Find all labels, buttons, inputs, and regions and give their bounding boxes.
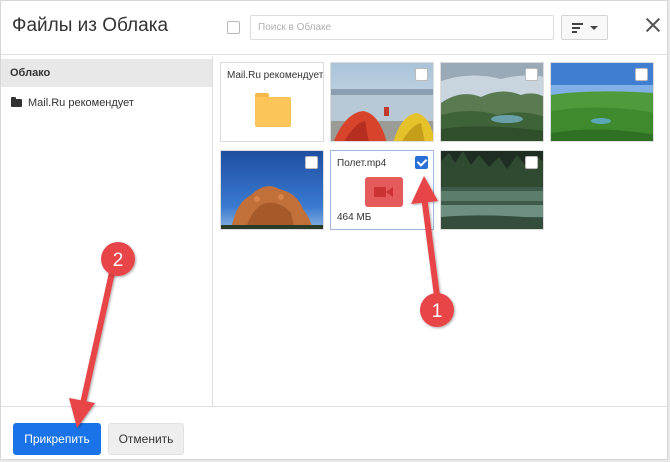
sort-icon (572, 23, 583, 33)
dialog-header: Файлы из Облака (1, 1, 667, 55)
sidebar: Облако Mail.Ru рекомендует (1, 56, 213, 406)
file-checkbox[interactable] (635, 68, 648, 81)
sidebar-item-label: Облако (10, 67, 51, 79)
file-tile-image-field[interactable] (550, 62, 654, 142)
chevron-down-icon (590, 26, 598, 30)
search-input[interactable] (250, 15, 554, 40)
file-tile-image-mountains[interactable] (440, 62, 544, 142)
attach-button[interactable]: Прикрепить (13, 423, 101, 455)
select-all-checkbox[interactable] (227, 21, 240, 34)
file-checkbox[interactable] (305, 156, 318, 169)
cloud-files-dialog: Файлы из Облака Облако Mail.Ru рекоменду… (0, 0, 668, 460)
file-size: 464 МБ (337, 212, 372, 223)
video-checkbox[interactable] (415, 156, 428, 169)
file-tile-image-tents[interactable] (330, 62, 434, 142)
sort-button[interactable] (561, 15, 608, 40)
file-tile-video[interactable]: Полет.mp4 464 МБ (330, 150, 434, 230)
file-checkbox[interactable] (525, 156, 538, 169)
sidebar-item-cloud[interactable]: Облако (1, 59, 212, 87)
dialog-footer: Прикрепить Отменить (1, 406, 667, 459)
file-tile-image-rock[interactable] (220, 150, 324, 230)
file-tile-image-forest-lake[interactable] (440, 150, 544, 230)
sidebar-item-mailru-recommends[interactable]: Mail.Ru рекомендует (1, 92, 212, 114)
folder-icon (11, 97, 22, 107)
file-checkbox[interactable] (415, 68, 428, 81)
file-name: Полет.mp4 (337, 158, 387, 169)
close-icon[interactable] (644, 16, 662, 34)
dialog-title: Файлы из Облака (12, 15, 169, 36)
file-checkbox[interactable] (525, 68, 538, 81)
video-camera-icon (365, 177, 403, 207)
cancel-button[interactable]: Отменить (108, 423, 184, 455)
file-grid: Mail.Ru рекомендует Полет.mp4 464 МБ (214, 56, 667, 406)
sidebar-item-label: Mail.Ru рекомендует (28, 97, 134, 109)
folder-icon (255, 93, 291, 127)
file-tile-folder[interactable]: Mail.Ru рекомендует (220, 62, 324, 142)
file-name: Mail.Ru рекомендует (227, 70, 324, 81)
